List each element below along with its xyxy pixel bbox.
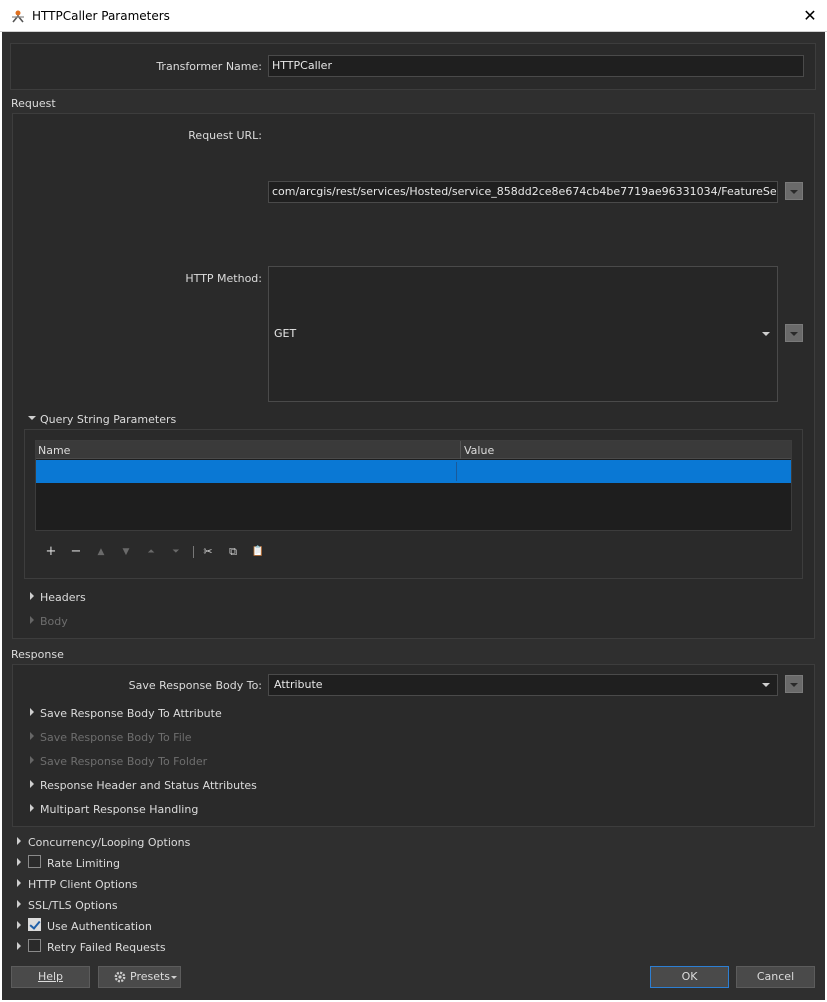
close-icon: ✕ — [803, 6, 817, 25]
presets-label: Presets — [130, 970, 171, 983]
copy-button[interactable]: ⧉ — [225, 544, 241, 560]
option-rate-limiting[interactable]: Rate Limiting — [47, 857, 120, 870]
rate-limiting-checkbox[interactable] — [28, 855, 41, 868]
response-section-label: Response — [11, 648, 64, 661]
request-section-label: Request — [11, 97, 56, 110]
toolbar-separator — [193, 546, 194, 558]
cell-divider — [456, 462, 457, 481]
http-method-menu-button[interactable] — [785, 324, 803, 342]
expand-icon[interactable] — [30, 708, 34, 716]
chevron-down-icon — [762, 683, 770, 687]
request-url-input[interactable]: com/arcgis/rest/services/Hosted/service_… — [268, 181, 778, 203]
response-item-header-status[interactable]: Response Header and Status Attributes — [40, 779, 257, 792]
response-item-multipart[interactable]: Multipart Response Handling — [40, 803, 198, 816]
add-row-button[interactable]: + — [43, 544, 59, 560]
expand-icon[interactable] — [17, 837, 21, 845]
cancel-button[interactable]: Cancel — [736, 966, 815, 988]
expand-icon[interactable] — [30, 804, 34, 812]
column-divider — [460, 441, 461, 459]
response-item-attribute[interactable]: Save Response Body To Attribute — [40, 707, 222, 720]
save-response-to-label: Save Response Body To: — [128, 679, 262, 692]
paste-button[interactable]: 📋 — [250, 544, 266, 560]
expand-icon[interactable] — [30, 780, 34, 788]
expand-icon — [30, 732, 34, 740]
response-item-folder: Save Response Body To Folder — [40, 755, 208, 768]
transformer-name-input[interactable]: HTTPCaller — [268, 55, 804, 77]
move-top-button[interactable]: ⏶ — [143, 544, 159, 560]
chevron-down-icon — [171, 976, 177, 979]
expand-icon[interactable] — [17, 879, 21, 887]
close-button[interactable]: ✕ — [798, 4, 822, 28]
transformer-name-label: Transformer Name: — [156, 60, 262, 73]
cut-button[interactable]: ✂ — [200, 544, 216, 560]
expand-icon[interactable] — [17, 858, 21, 866]
option-use-authentication[interactable]: Use Authentication — [47, 920, 152, 933]
column-header-name[interactable]: Name — [38, 444, 70, 457]
move-bottom-button[interactable]: ⏷ — [168, 544, 184, 560]
gear-icon — [114, 971, 126, 983]
retry-failed-checkbox[interactable] — [28, 939, 41, 952]
column-header-value[interactable]: Value — [464, 444, 494, 457]
title-bar: HTTPCaller Parameters ✕ — [0, 0, 827, 32]
query-params-label[interactable]: Query String Parameters — [40, 413, 176, 426]
save-response-to-select[interactable]: Attribute — [268, 674, 778, 696]
move-up-button[interactable]: ▲ — [93, 544, 109, 560]
table-header — [36, 441, 791, 459]
http-method-value: GET — [274, 327, 297, 340]
chevron-down-icon — [762, 332, 770, 336]
headers-label[interactable]: Headers — [40, 591, 86, 604]
table-row[interactable] — [36, 460, 791, 483]
remove-row-button[interactable]: − — [68, 544, 84, 560]
request-url-label: Request URL: — [188, 129, 262, 142]
presets-button[interactable]: Presets — [98, 966, 181, 988]
expand-icon[interactable] — [17, 900, 21, 908]
option-retry-failed[interactable]: Retry Failed Requests — [47, 941, 166, 954]
expand-icon — [30, 756, 34, 764]
expand-query-params-icon[interactable] — [28, 416, 36, 420]
help-button[interactable]: Help — [11, 966, 90, 988]
request-url-menu-button[interactable] — [785, 182, 803, 200]
expand-headers-icon[interactable] — [30, 592, 34, 600]
option-http-client[interactable]: HTTP Client Options — [28, 878, 137, 891]
option-ssl-tls[interactable]: SSL/TLS Options — [28, 899, 118, 912]
expand-body-icon — [30, 616, 34, 624]
save-response-menu-button[interactable] — [785, 675, 803, 693]
save-response-to-value: Attribute — [274, 678, 323, 691]
move-down-button[interactable]: ▼ — [118, 544, 134, 560]
ok-button[interactable]: OK — [650, 966, 729, 988]
http-method-label: HTTP Method: — [185, 272, 262, 285]
use-authentication-checkbox[interactable] — [28, 918, 41, 931]
expand-icon[interactable] — [17, 921, 21, 929]
help-label: Help — [37, 970, 64, 983]
http-method-select[interactable]: GET — [268, 266, 778, 402]
response-item-file: Save Response Body To File — [40, 731, 192, 744]
window-title: HTTPCaller Parameters — [32, 9, 170, 23]
fme-app-icon — [12, 10, 24, 23]
expand-icon[interactable] — [17, 942, 21, 950]
body-label: Body — [40, 615, 68, 628]
option-concurrency[interactable]: Concurrency/Looping Options — [28, 836, 190, 849]
